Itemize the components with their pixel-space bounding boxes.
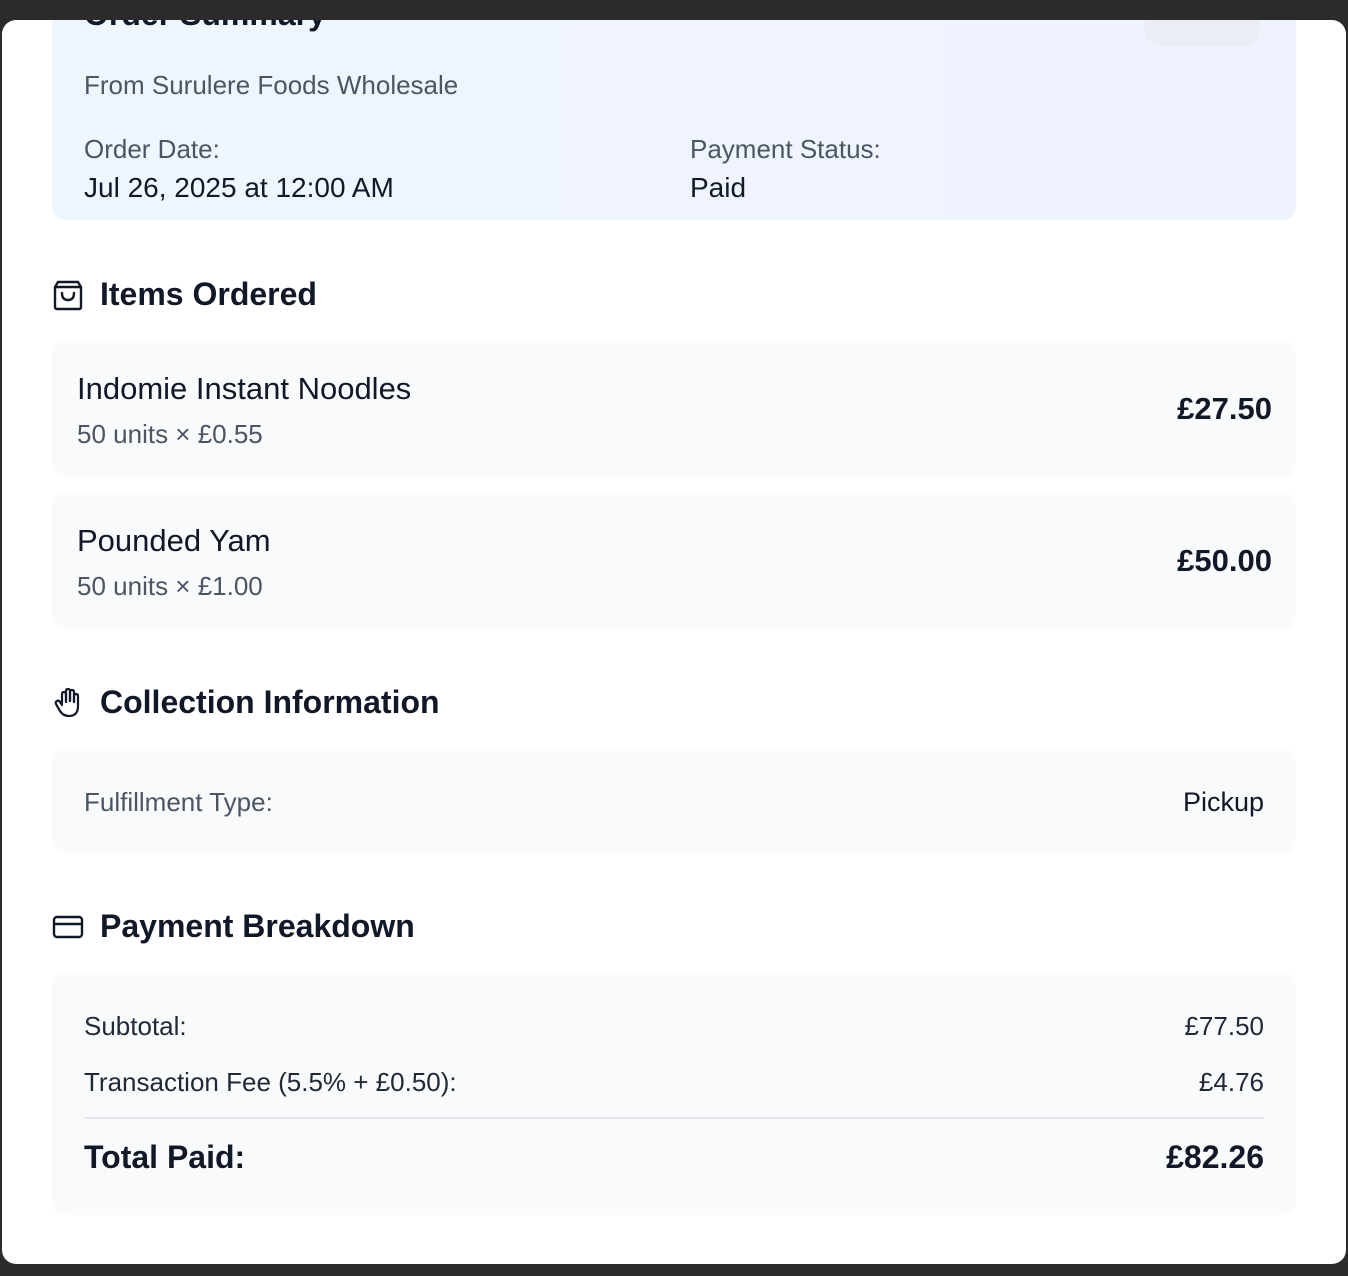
subtotal-row: Subtotal: £77.50 — [84, 1011, 1264, 1042]
total-label: Total Paid: — [84, 1139, 246, 1175]
item-quantity: 50 units × £0.55 — [77, 419, 263, 449]
divider — [84, 1117, 1264, 1119]
vendor-name: From Surulere Foods Wholesale — [84, 70, 459, 100]
subtotal-value: £77.50 — [1184, 1011, 1264, 1041]
item-name: Indomie Instant Noodles — [77, 371, 412, 406]
item-name: Pounded Yam — [77, 523, 271, 558]
order-details-modal: Order Summary From Surulere Foods Wholes… — [2, 20, 1346, 1264]
item-price: £50.00 — [1177, 543, 1272, 578]
hand-icon — [52, 687, 84, 719]
item-quantity: 50 units × £1.00 — [77, 571, 263, 601]
status-badge — [1144, 20, 1260, 46]
order-date-value: Jul 26, 2025 at 12:00 AM — [84, 172, 394, 203]
payment-breakdown-card: Subtotal: £77.50 Transaction Fee (5.5% +… — [52, 973, 1296, 1215]
transaction-fee-row: Transaction Fee (5.5% + £0.50): £4.76 — [84, 1067, 1264, 1098]
total-value: £82.26 — [1166, 1139, 1264, 1175]
collection-info-header: Collection Information — [52, 684, 440, 721]
payment-breakdown-title: Payment Breakdown — [100, 908, 415, 944]
subtotal-label: Subtotal: — [84, 1011, 187, 1041]
fulfillment-type-value: Pickup — [1182, 787, 1264, 817]
transaction-fee-value: £4.76 — [1198, 1067, 1264, 1097]
payment-breakdown-header: Payment Breakdown — [52, 908, 415, 945]
fulfillment-type-label: Fulfillment Type: — [84, 787, 273, 817]
transaction-fee-label: Transaction Fee (5.5% + £0.50): — [84, 1067, 457, 1097]
collection-info-title: Collection Information — [100, 684, 440, 720]
item-price: £27.50 — [1177, 391, 1272, 426]
payment-status-label: Payment Status: — [690, 134, 881, 164]
order-summary-card: Order Summary From Surulere Foods Wholes… — [52, 20, 1296, 220]
payment-status-value: Paid — [690, 172, 747, 203]
items-ordered-title: Items Ordered — [100, 276, 317, 312]
fulfillment-card: Fulfillment Type: Pickup — [52, 749, 1296, 853]
order-date-label: Order Date: — [84, 134, 220, 164]
shopping-bag-icon — [52, 279, 84, 311]
items-ordered-header: Items Ordered — [52, 276, 317, 313]
list-item: Indomie Instant Noodles 50 units × £0.55… — [52, 341, 1296, 477]
credit-card-icon — [52, 911, 84, 943]
total-row: Total Paid: £82.26 — [84, 1139, 1264, 1176]
order-summary-title: Order Summary — [84, 20, 326, 33]
list-item: Pounded Yam 50 units × £1.00 £50.00 — [52, 493, 1296, 629]
